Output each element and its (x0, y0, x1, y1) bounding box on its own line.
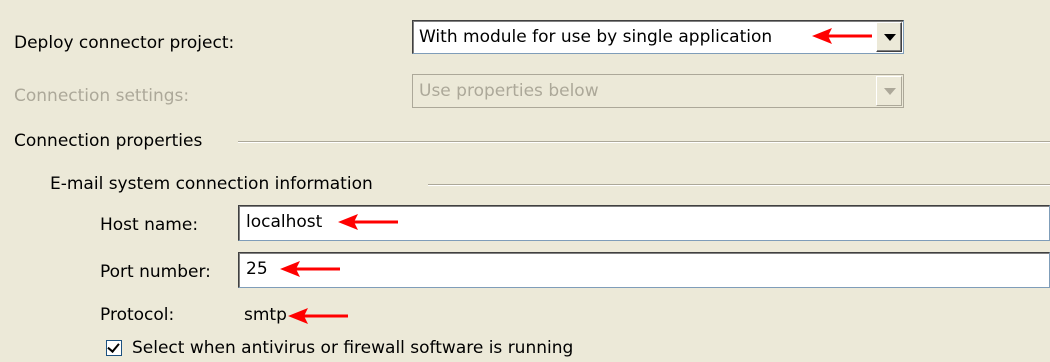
port-number-field[interactable] (238, 252, 1050, 288)
deploy-dropdown-value: With module for use by single applicatio… (419, 27, 773, 47)
deploy-dropdown-button[interactable] (876, 22, 902, 52)
antivirus-checkbox-label[interactable]: Select when antivirus or firewall softwa… (132, 338, 573, 358)
antivirus-checkbox[interactable] (106, 340, 122, 356)
connection-properties-divider (238, 141, 1050, 143)
connection-settings-label: Connection settings: (14, 86, 190, 106)
checkmark-icon (107, 340, 120, 353)
email-group-title: E-mail system connection information (50, 174, 373, 194)
host-name-label: Host name: (100, 215, 199, 235)
protocol-label: Protocol: (100, 305, 175, 325)
connection-settings-dropdown-button[interactable] (876, 76, 902, 106)
connection-properties-title: Connection properties (14, 131, 203, 151)
connection-settings-value: Use properties below (419, 81, 599, 101)
red-arrow-icon (288, 308, 348, 324)
red-arrow-icon (280, 261, 340, 277)
red-arrow-icon (812, 28, 872, 44)
chevron-down-icon (884, 88, 896, 95)
email-group-divider (428, 184, 1050, 186)
deploy-label: Deploy connector project: (14, 33, 235, 53)
chevron-down-icon (884, 34, 896, 41)
protocol-value: smtp (244, 305, 287, 325)
red-arrow-icon (338, 214, 398, 230)
connection-settings-dropdown[interactable]: Use properties below (412, 74, 904, 108)
port-number-label: Port number: (100, 262, 211, 282)
